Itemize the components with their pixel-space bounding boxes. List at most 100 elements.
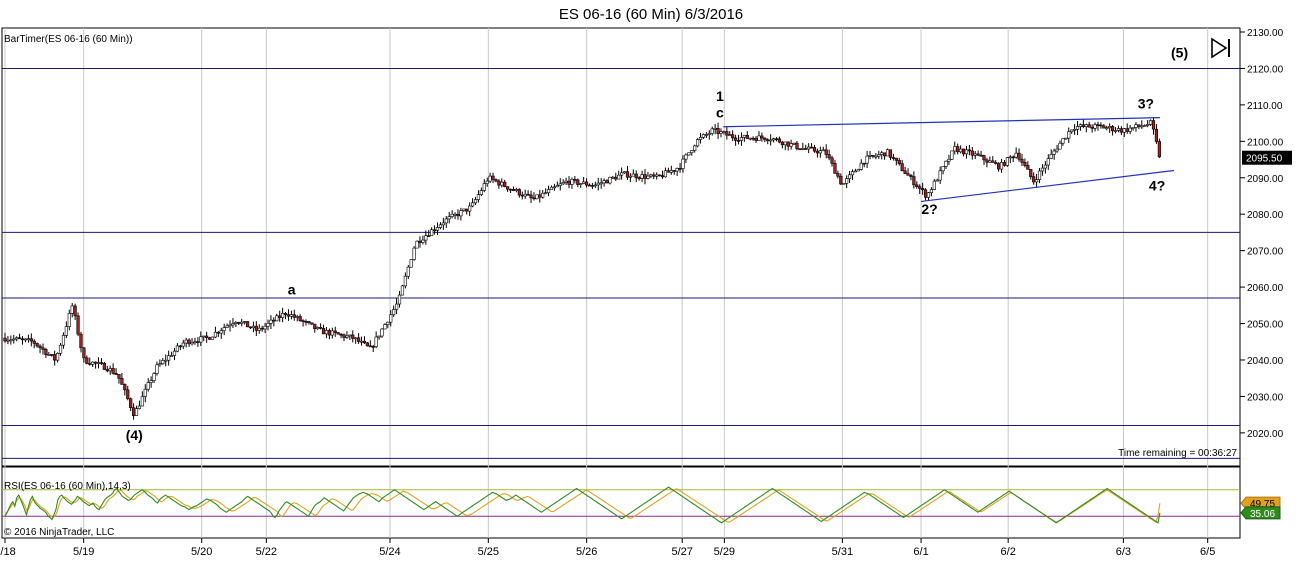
candle-body bbox=[479, 190, 483, 195]
candle-body bbox=[731, 134, 735, 139]
candle-body bbox=[482, 183, 486, 191]
candle-body bbox=[465, 208, 469, 212]
candle-body bbox=[491, 175, 495, 180]
candle-body bbox=[628, 175, 632, 178]
candle-body bbox=[82, 347, 86, 359]
current-price-label: 2095.50 bbox=[1246, 154, 1283, 165]
candle-body bbox=[1105, 127, 1109, 130]
y-tick-label: 2070.00 bbox=[1247, 247, 1284, 258]
candle-body bbox=[76, 315, 80, 335]
candle-body bbox=[418, 240, 422, 243]
candle-body bbox=[1037, 170, 1042, 180]
candle-body bbox=[161, 360, 165, 364]
candle-body bbox=[573, 178, 577, 181]
candle-body bbox=[827, 154, 831, 159]
candle-body bbox=[240, 321, 244, 324]
candle-body bbox=[1081, 124, 1085, 127]
candle-body bbox=[435, 227, 440, 231]
candle-body bbox=[745, 134, 749, 139]
candle-body bbox=[640, 174, 644, 179]
candle-body bbox=[85, 357, 89, 364]
candle-body bbox=[1040, 167, 1045, 172]
candle-body bbox=[1134, 124, 1138, 128]
candle-body bbox=[663, 170, 668, 178]
candle-body bbox=[809, 146, 814, 149]
candle-body bbox=[555, 185, 559, 188]
candle-body bbox=[105, 369, 109, 372]
candle-body bbox=[462, 208, 466, 211]
candle-body bbox=[687, 152, 691, 156]
candle-body bbox=[386, 321, 390, 325]
x-tick-label: 5/24 bbox=[379, 546, 400, 558]
candle-body bbox=[696, 139, 700, 147]
candle-body bbox=[643, 174, 647, 179]
candle-body bbox=[921, 188, 925, 191]
candle-body bbox=[1046, 158, 1050, 166]
candle-body bbox=[751, 137, 755, 140]
candle-body bbox=[649, 174, 653, 177]
candle-body bbox=[614, 176, 618, 180]
candle-body bbox=[891, 157, 896, 159]
candle-body bbox=[213, 331, 218, 338]
candle-body bbox=[961, 148, 966, 155]
candle-body bbox=[652, 174, 656, 177]
candle-body bbox=[1014, 152, 1018, 158]
candle-body bbox=[228, 324, 232, 327]
candle-body bbox=[430, 229, 434, 237]
y-tick-label: 2120.00 bbox=[1247, 64, 1284, 75]
candle-body bbox=[339, 333, 343, 336]
candle-body bbox=[728, 134, 732, 136]
candle-body bbox=[570, 178, 574, 185]
bartimer-label: BarTimer(ES 06-16 (60 Min)) bbox=[4, 34, 133, 45]
candle-body bbox=[526, 193, 530, 196]
candle-body bbox=[266, 322, 270, 327]
candle-body bbox=[938, 170, 942, 181]
y-tick-label: 2060.00 bbox=[1247, 283, 1284, 294]
candle-body bbox=[681, 158, 685, 169]
candle-body bbox=[438, 224, 443, 228]
candle-body bbox=[1058, 142, 1062, 150]
candle-body bbox=[319, 327, 323, 329]
candle-body bbox=[424, 235, 428, 241]
candle-body bbox=[710, 128, 714, 134]
candle-body bbox=[789, 143, 793, 147]
y-tick-label: 2100.00 bbox=[1247, 137, 1284, 148]
x-tick-label: 5/31 bbox=[832, 546, 853, 558]
candle-body bbox=[1029, 169, 1033, 177]
candle-body bbox=[67, 313, 71, 327]
candle-body bbox=[506, 186, 510, 190]
candle-body bbox=[9, 339, 13, 342]
candle-body bbox=[497, 180, 501, 186]
candle-body bbox=[342, 334, 346, 338]
candle-body bbox=[1148, 120, 1153, 125]
candle-body bbox=[865, 155, 869, 164]
candle-body bbox=[964, 149, 969, 155]
candle-body bbox=[32, 340, 36, 344]
candle-body bbox=[766, 139, 770, 142]
candle-body bbox=[354, 337, 358, 340]
candle-body bbox=[885, 149, 890, 157]
candle-body bbox=[839, 175, 843, 185]
candle-body bbox=[432, 229, 437, 232]
candle-body bbox=[1119, 128, 1123, 133]
candle-body bbox=[108, 368, 112, 372]
candle-body bbox=[956, 146, 960, 153]
candle-body bbox=[631, 173, 635, 177]
candle-body bbox=[997, 163, 1001, 170]
candle-body bbox=[324, 330, 329, 335]
wave-label: 4? bbox=[1149, 178, 1165, 194]
candle-body bbox=[184, 339, 188, 344]
candle-body bbox=[222, 327, 226, 331]
candle-body bbox=[453, 213, 457, 216]
candle-body bbox=[307, 321, 311, 324]
candle-body bbox=[771, 138, 776, 141]
candle-body bbox=[634, 173, 638, 179]
candle-body bbox=[798, 148, 802, 150]
x-tick-label: 5/18 bbox=[0, 546, 16, 558]
candle-body bbox=[35, 343, 39, 347]
candle-body bbox=[351, 334, 355, 339]
candle-body bbox=[260, 327, 264, 330]
candle-body bbox=[488, 175, 492, 182]
candle-body bbox=[406, 266, 410, 277]
candle-body bbox=[286, 314, 291, 317]
